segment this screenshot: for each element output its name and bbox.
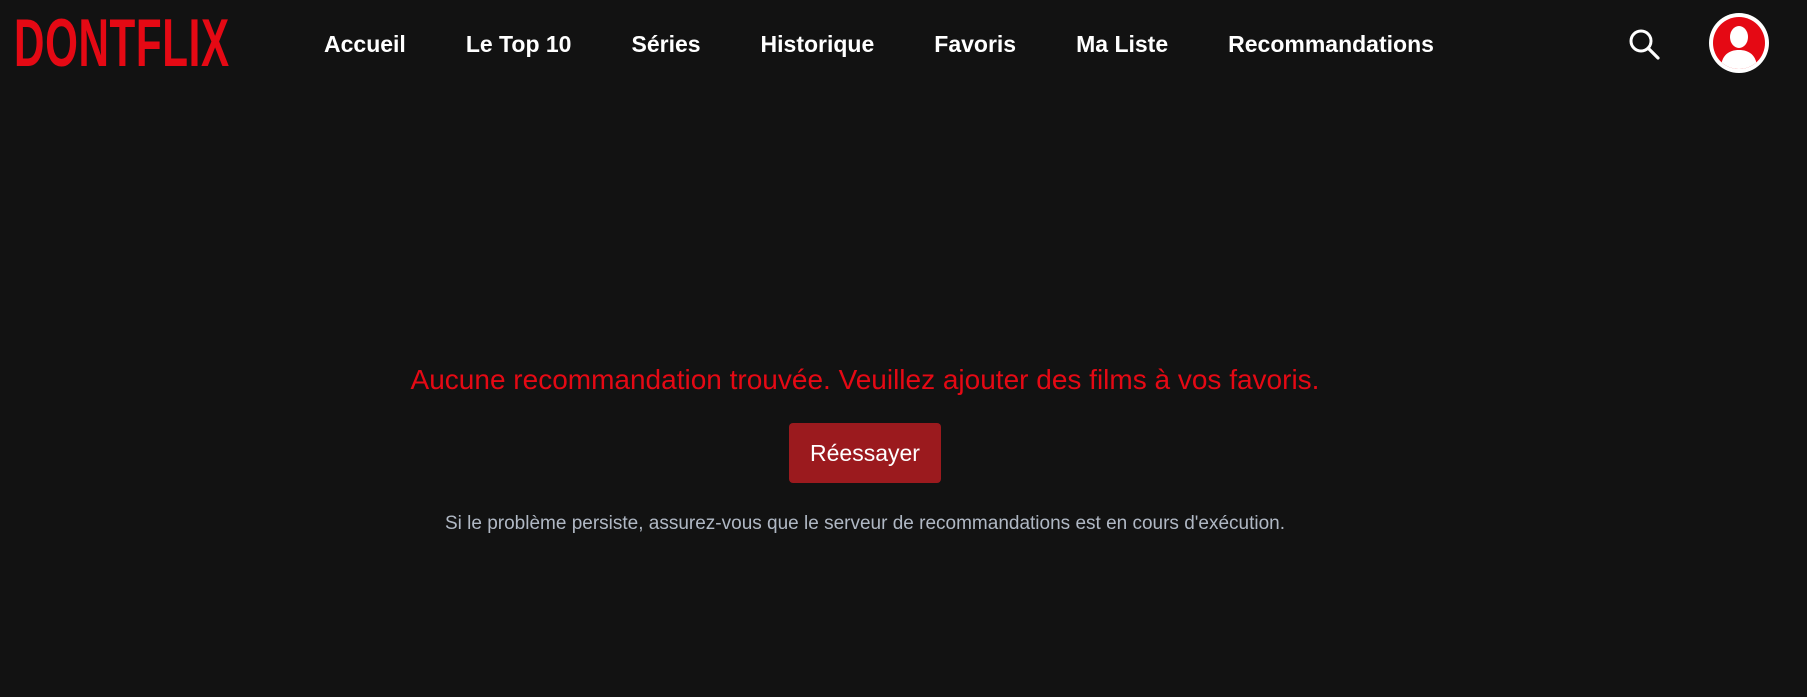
retry-button[interactable]: Réessayer [789, 423, 941, 483]
page: DONTFLIX Accueil Le Top 10 Séries Histor… [0, 0, 1807, 697]
troubleshooting-hint: Si le problème persiste, assurez-vous qu… [444, 513, 1286, 534]
main-content: Aucune recommandation trouvée. Veuillez … [0, 0, 1730, 697]
empty-state-message: Aucune recommandation trouvée. Veuillez … [410, 364, 1320, 395]
retry-container: Réessayer [0, 423, 1730, 483]
